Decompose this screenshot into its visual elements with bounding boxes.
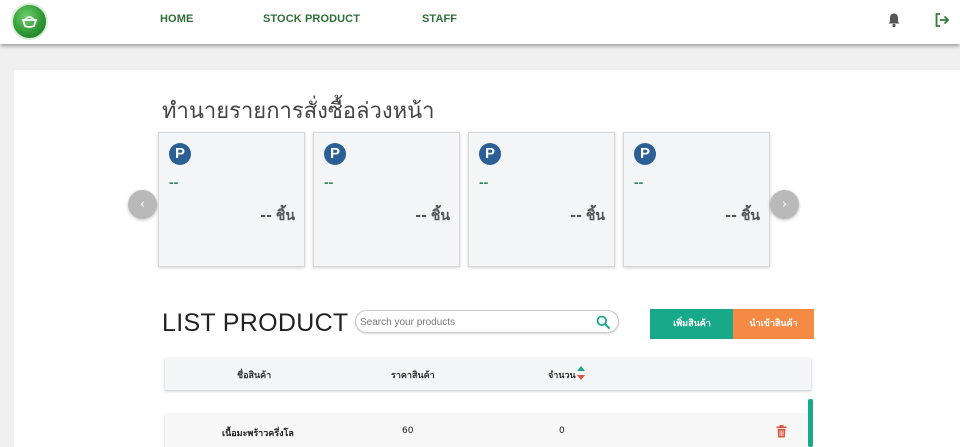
search-bar [355, 310, 619, 333]
add-product-button[interactable]: เพิ่มสินค้า [650, 309, 734, 339]
nav-home[interactable]: HOME [160, 13, 193, 25]
table-row[interactable]: เนื้อมะพร้าวครึ่งโล 60 0 [165, 414, 811, 447]
product-badge-icon: P [169, 143, 191, 165]
column-header-price[interactable]: ราคาสินค้า [391, 368, 435, 382]
forecast-product-name: -- [479, 174, 489, 190]
forecast-product-name: -- [634, 174, 644, 190]
scrollbar-thumb[interactable] [808, 399, 813, 447]
forecast-card[interactable]: P -- -- ชิ้น [313, 132, 460, 267]
product-table-header: ชื่อสินค้า ราคาสินค้า จำนวน [165, 358, 811, 390]
forecast-quantity-unit: ชิ้น [275, 208, 295, 224]
forecast-quantity-unit: ชิ้น [430, 208, 450, 224]
carousel-next-button[interactable]: › [770, 190, 799, 219]
product-badge-icon: P [479, 143, 501, 165]
top-navbar: HOME STOCK PRODUCT STAFF [0, 0, 960, 44]
product-price-cell: 60 [402, 426, 414, 436]
forecast-card[interactable]: P -- -- ชิ้น [468, 132, 615, 267]
column-header-name[interactable]: ชื่อสินค้า [237, 368, 271, 382]
forecast-quantity: -- ชิ้น [570, 205, 605, 227]
forecast-card[interactable]: P -- -- ชิ้น [623, 132, 770, 267]
forecast-title: ทำนายรายการสั่งซื้อล่วงหน้า [162, 99, 435, 124]
logout-icon[interactable] [934, 12, 950, 28]
forecast-quantity-value: -- [260, 208, 272, 224]
nav-staff[interactable]: STAFF [422, 13, 457, 25]
forecast-product-name: -- [324, 174, 334, 190]
product-badge-icon: P [634, 143, 656, 165]
forecast-quantity: -- ชิ้น [725, 205, 760, 227]
forecast-quantity-unit: ชิ้น [740, 208, 760, 224]
forecast-quantity-value: -- [415, 208, 427, 224]
list-product-title: LIST PRODUCT [162, 309, 349, 337]
forecast-product-name: -- [169, 174, 179, 190]
product-quantity-cell: 0 [559, 426, 565, 436]
carousel-prev-button[interactable]: ‹ [128, 190, 157, 219]
product-badge-icon: P [324, 143, 346, 165]
sort-icon[interactable] [576, 363, 586, 383]
product-name-cell: เนื้อมะพร้าวครึ่งโล [222, 429, 294, 439]
forecast-quantity-value: -- [570, 208, 582, 224]
search-icon[interactable] [596, 315, 610, 329]
column-header-quantity[interactable]: จำนวน [548, 368, 576, 382]
forecast-quantity-value: -- [725, 208, 737, 224]
forecast-quantity: -- ชิ้น [260, 205, 295, 227]
nav-stock-product[interactable]: STOCK PRODUCT [263, 13, 360, 25]
forecast-quantity: -- ชิ้น [415, 205, 450, 227]
import-product-button[interactable]: นำเข้าสินค้า [733, 309, 814, 339]
search-input[interactable] [360, 313, 588, 331]
trash-icon[interactable] [776, 425, 787, 438]
forecast-card[interactable]: P -- -- ชิ้น [158, 132, 305, 267]
bell-icon[interactable] [887, 12, 901, 28]
forecast-quantity-unit: ชิ้น [585, 208, 605, 224]
logo-icon[interactable] [11, 3, 48, 40]
